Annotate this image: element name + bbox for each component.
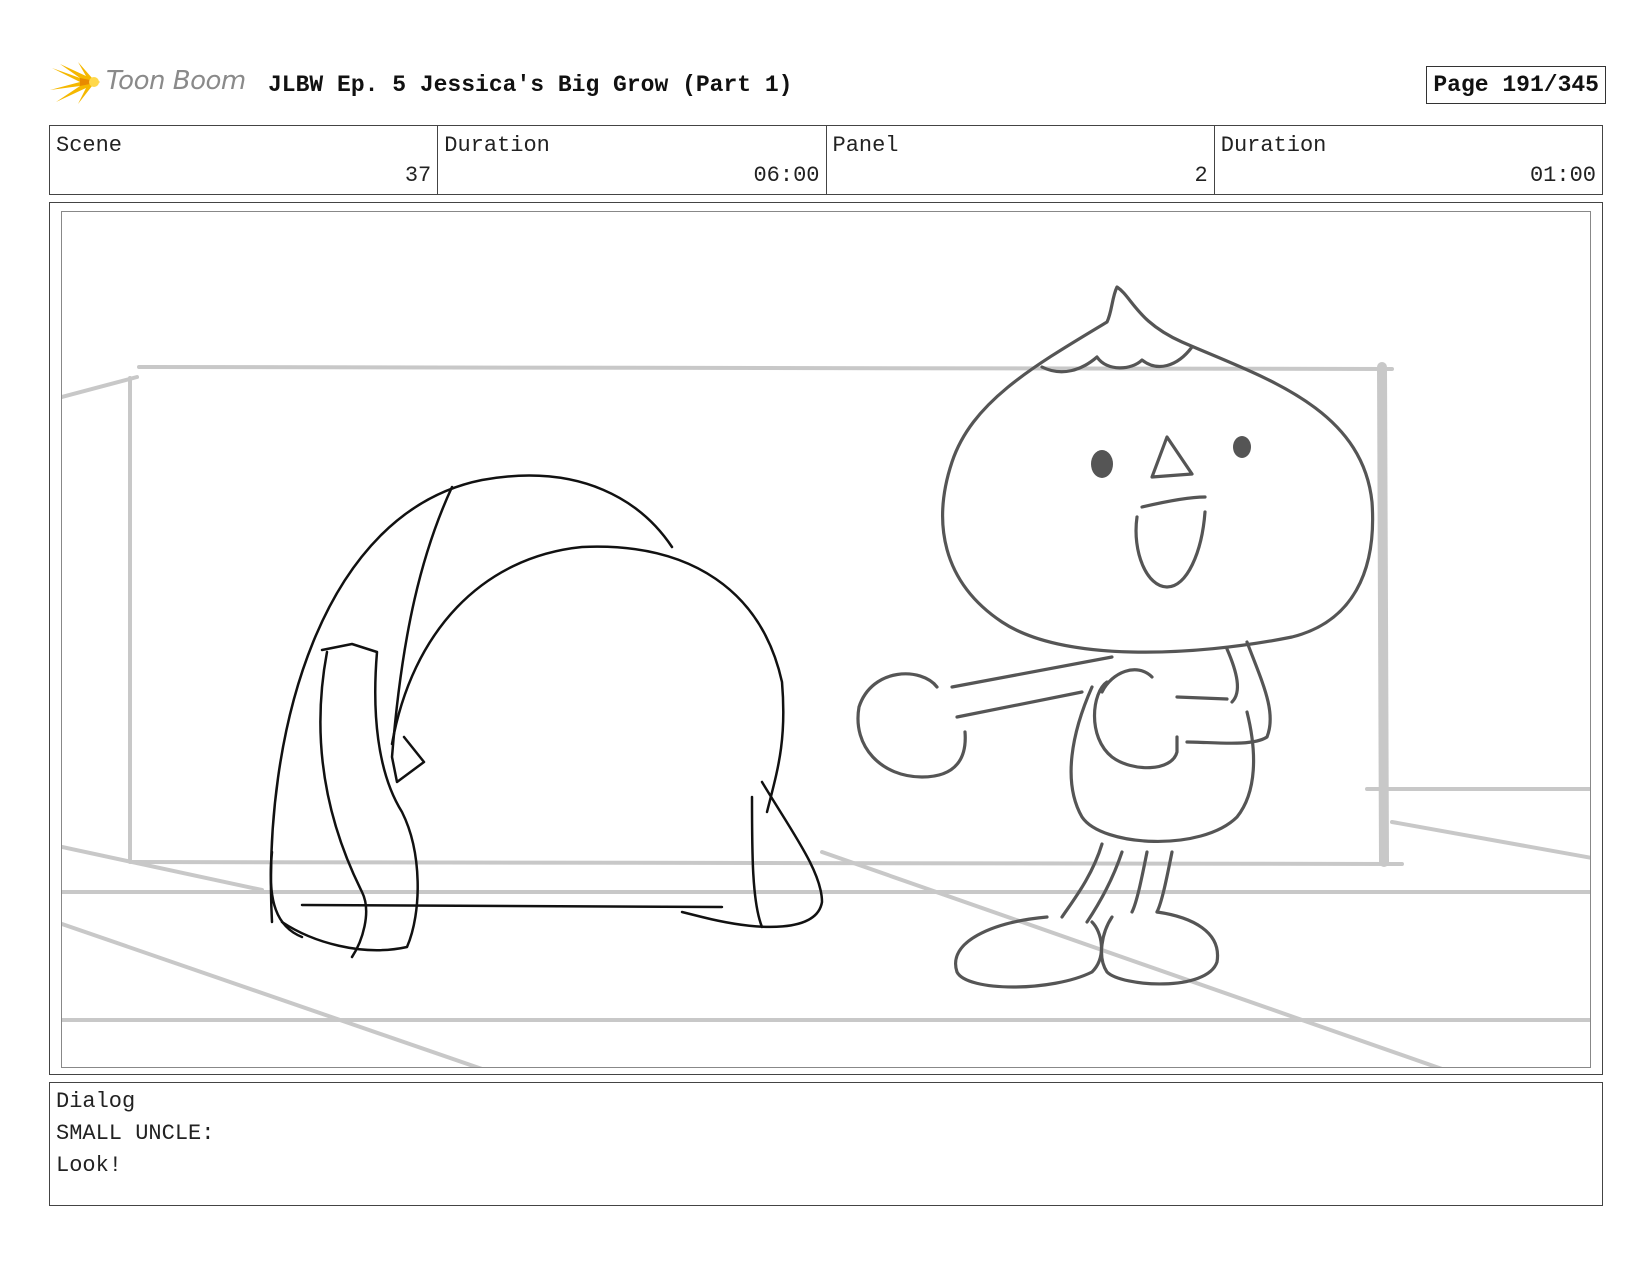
panel-value: 2 <box>1194 163 1208 188</box>
toon-boom-logo: Toon Boom <box>50 60 250 106</box>
dialog-box: Dialog SMALL UNCLE: Look! <box>49 1082 1603 1206</box>
storyboard-panel <box>61 211 1591 1068</box>
scene-label: Scene <box>56 133 123 158</box>
page-header: Toon Boom JLBW Ep. 5 Jessica's Big Grow … <box>50 58 1606 108</box>
scene-info-row: Scene 37 Duration 06:00 Panel 2 Duration… <box>49 125 1603 195</box>
panel-duration-label: Duration <box>1220 133 1327 158</box>
scene-cell: Scene 37 <box>50 126 439 194</box>
small-uncle-character <box>856 285 1375 989</box>
logo-text: Toon Boom <box>106 66 246 96</box>
scene-value: 37 <box>404 163 432 188</box>
dialog-line: Look! <box>56 1153 123 1178</box>
panel-duration-cell: Duration 01:00 <box>1215 126 1602 194</box>
panel-cell: Panel 2 <box>827 126 1215 194</box>
dialog-label: Dialog <box>56 1089 136 1114</box>
burst-icon <box>50 62 100 104</box>
jessica-sitting-back <box>269 474 824 959</box>
scene-duration-cell: Duration 06:00 <box>438 126 827 194</box>
panel-duration-value: 01:00 <box>1529 163 1596 188</box>
background-room <box>62 362 1590 1067</box>
document-title: JLBW Ep. 5 Jessica's Big Grow (Part 1) <box>268 72 793 98</box>
scene-duration-value: 06:00 <box>753 163 820 188</box>
panel-label: Panel <box>832 133 899 158</box>
page-number: Page 191/345 <box>1426 66 1606 104</box>
dialog-character: SMALL UNCLE: <box>56 1121 215 1146</box>
scene-duration-label: Duration <box>444 133 550 158</box>
storyboard-sketch <box>62 285 1590 1067</box>
